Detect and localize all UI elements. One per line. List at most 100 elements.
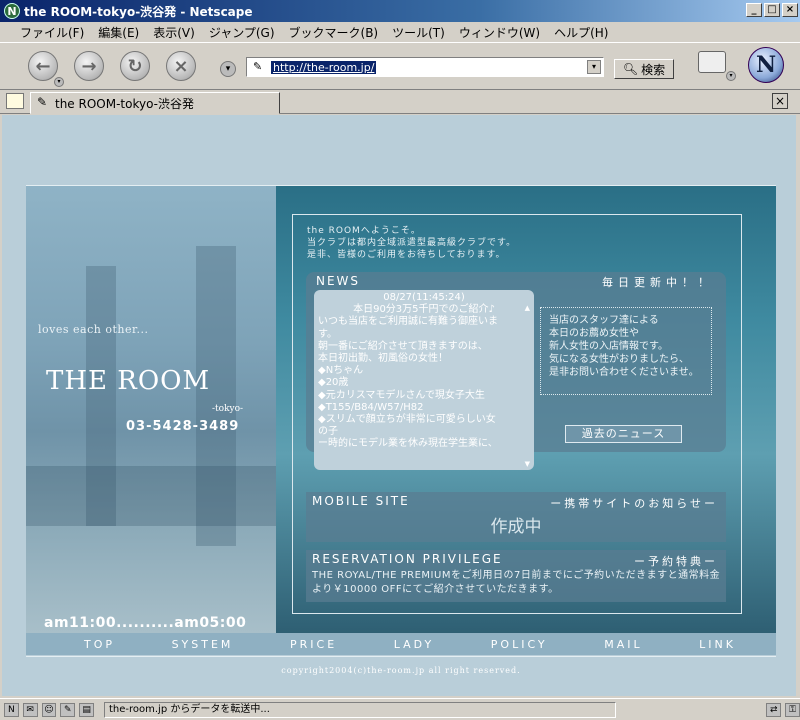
status-bar: N ✉ ☺ ✎ ▤ the-room.jp からデータを転送中... ⇄ ⚿ [0, 698, 800, 720]
staff-line: 当店のスタッフ達による [549, 315, 659, 326]
staff-line: 本日のお薦め女性や [549, 328, 639, 339]
mobile-status: 作成中 [490, 517, 542, 537]
search-button[interactable]: 🔍︎ 検索 [614, 59, 674, 79]
news-section: NEWS 毎日更新中！！ 08/27(11:45:24) 本日90分3万5千円で… [306, 272, 726, 470]
phone-number: 03-5428-3489 [126, 419, 240, 434]
reload-icon: ↻ [127, 55, 143, 77]
reservation-title: RESERVATION PRIVILEGE [312, 552, 503, 566]
composer-icon[interactable]: ✎ [60, 702, 76, 717]
news-line: の子 [318, 426, 338, 438]
stop-icon: × [173, 55, 189, 77]
business-hours: am11:00..........am05:00 [44, 615, 247, 631]
mobile-site-section: MOBILE SITE ー携帯サイトのお知らせー 作成中 [306, 492, 726, 542]
forward-arrow-icon: → [81, 55, 97, 77]
reservation-note: ー予約特典ー [634, 555, 718, 568]
news-line: ◆元カリスマモデルさんで現女子大生 [318, 389, 485, 401]
welcome-line: 当クラブは都内全域派遣型最高級クラブです。 [307, 238, 517, 248]
news-line: 本日初出勤、初風俗の女性！ [318, 353, 448, 365]
staff-line: 是非お問い合わせくださいませ。 [549, 367, 699, 378]
nav-policy[interactable]: POLICY [491, 638, 548, 651]
search-label: 検索 [641, 62, 666, 77]
nav-link[interactable]: LINK [699, 638, 736, 651]
news-line: ◆Nちゃん [318, 365, 364, 377]
magnifier-icon: 🔍︎ [622, 62, 639, 76]
nav-mail[interactable]: MAIL [604, 638, 642, 651]
menu-edit[interactable]: 編集(E) [98, 24, 139, 41]
minimize-button[interactable]: _ [746, 3, 762, 17]
news-daily-label: 毎日更新中！！ [602, 276, 714, 289]
reload-button[interactable]: ↻ [120, 51, 150, 81]
address-book-icon[interactable]: ▤ [79, 702, 94, 717]
tab-the-room[interactable]: ✎ the ROOM-tokyo-渋谷発 [30, 92, 280, 114]
tagline: loves each other... [38, 323, 149, 336]
messenger-icon[interactable]: ☺ [41, 702, 57, 717]
url-history-button[interactable]: ▾ [220, 61, 236, 77]
reservation-section: RESERVATION PRIVILEGE ー予約特典ー THE ROYAL/T… [306, 550, 726, 602]
nav-price[interactable]: PRICE [290, 638, 337, 651]
news-line: す。 [318, 328, 337, 340]
news-line: 朝一番にご紹介させて頂きますのは、 [318, 340, 488, 352]
staff-line: 新人女性の入店情報です。 [549, 341, 668, 352]
menu-go[interactable]: ジャンプ(G) [209, 24, 275, 41]
title-bar: N the ROOM-tokyo-渋谷発 - Netscape _ □ × [0, 0, 800, 22]
scroll-down-icon[interactable]: ▼ [525, 458, 530, 470]
forward-button[interactable]: → [74, 51, 104, 81]
copyright: copyright2004(c)the-room.jp all right re… [26, 656, 776, 686]
menu-tools[interactable]: ツール(T) [392, 24, 445, 41]
page-content: loves each other... THE ROOM -tokyo- 03-… [2, 115, 796, 696]
navigation-toolbar: ← ▾ → ↻ × ▾ ✎ http://the-room.jp/ ▾ 🔍︎ 検… [0, 42, 800, 90]
news-title: NEWS [316, 274, 361, 288]
status-text: the-room.jp からデータを転送中... [103, 701, 617, 718]
staff-line: 気になる女性がおりましたら、 [549, 354, 689, 365]
tab-title: the ROOM-tokyo-渋谷発 [55, 96, 194, 111]
news-line: ー時的にモデル業を休み現在学生業に、 [318, 438, 498, 450]
security-icon[interactable]: ⚿ [785, 702, 800, 717]
online-status-icon[interactable]: ⇄ [766, 702, 782, 717]
back-history-dropdown[interactable]: ▾ [54, 77, 64, 87]
page-icon: ✎ [37, 95, 48, 109]
menu-view[interactable]: 表示(V) [153, 24, 195, 41]
print-icon[interactable] [698, 51, 726, 73]
nav-lady[interactable]: LADY [394, 638, 435, 651]
menu-file[interactable]: ファイル(F) [20, 24, 84, 41]
netscape-throbber-icon[interactable]: N [748, 47, 784, 83]
url-dropdown-button[interactable]: ▾ [587, 60, 601, 74]
menu-help[interactable]: ヘルプ(H) [554, 24, 608, 41]
past-news-button[interactable]: 過去のニュース [565, 425, 682, 443]
new-tab-icon[interactable] [6, 93, 24, 109]
close-button[interactable]: × [782, 3, 798, 17]
skyline-shape [26, 466, 276, 526]
logo-subtitle: -tokyo- [212, 404, 244, 414]
back-button[interactable]: ← [28, 51, 58, 81]
welcome-line: 是非、皆様のご利用をお待ちしております。 [307, 250, 506, 260]
mobile-title: MOBILE SITE [312, 494, 410, 508]
staff-info-box: 当店のスタッフ達による 本日のお薦め女性や 新人女性の入店情報です。 気になる女… [540, 307, 712, 395]
maximize-button[interactable]: □ [764, 3, 780, 17]
stop-button[interactable]: × [166, 51, 196, 81]
back-arrow-icon: ← [35, 55, 51, 77]
nav-top[interactable]: TOP [84, 638, 115, 651]
mail-icon[interactable]: ✉ [22, 702, 38, 717]
news-scroll-box[interactable]: 08/27(11:45:24) 本日90分3万5千円でのご紹介♪ いつも当店をご… [314, 290, 534, 470]
navigator-icon[interactable]: N [4, 702, 19, 717]
menu-bookmarks[interactable]: ブックマーク(B) [289, 24, 379, 41]
site-nav: TOP SYSTEM PRICE LADY POLICY MAIL LINK [26, 633, 776, 655]
news-headline: 本日90分3万5千円でのご紹介♪ [353, 304, 495, 316]
url-bar[interactable]: ✎ http://the-room.jp/ ▾ [246, 57, 604, 77]
welcome-text: the ROOMへようこそ。 当クラブは都内全域派遣型最高級クラブです。 是非、… [307, 225, 516, 261]
menu-window[interactable]: ウィンドウ(W) [459, 24, 540, 41]
print-dropdown[interactable]: ▾ [726, 71, 736, 81]
close-tab-button[interactable]: × [772, 93, 788, 109]
page-icon: ✎ [253, 60, 263, 73]
nav-system[interactable]: SYSTEM [172, 638, 234, 651]
news-line: ◆スリムで顔立ちが非常に可愛らしい女 [318, 414, 496, 426]
url-text[interactable]: http://the-room.jp/ [271, 60, 377, 74]
welcome-line: the ROOMへようこそ。 [307, 226, 421, 236]
site-logo[interactable]: THE ROOM [46, 366, 210, 396]
mobile-note: ー携帯サイトのお知らせー [550, 497, 718, 510]
news-line: ◆T155/B84/W57/H82 [318, 401, 424, 413]
right-panel: the ROOMへようこそ。 当クラブは都内全域派遣型最高級クラブです。 是非、… [276, 186, 776, 633]
scroll-up-icon[interactable]: ▲ [525, 302, 530, 314]
site-frame: loves each other... THE ROOM -tokyo- 03-… [26, 185, 776, 696]
tab-bar: ✎ the ROOM-tokyo-渋谷発 × [0, 90, 800, 114]
